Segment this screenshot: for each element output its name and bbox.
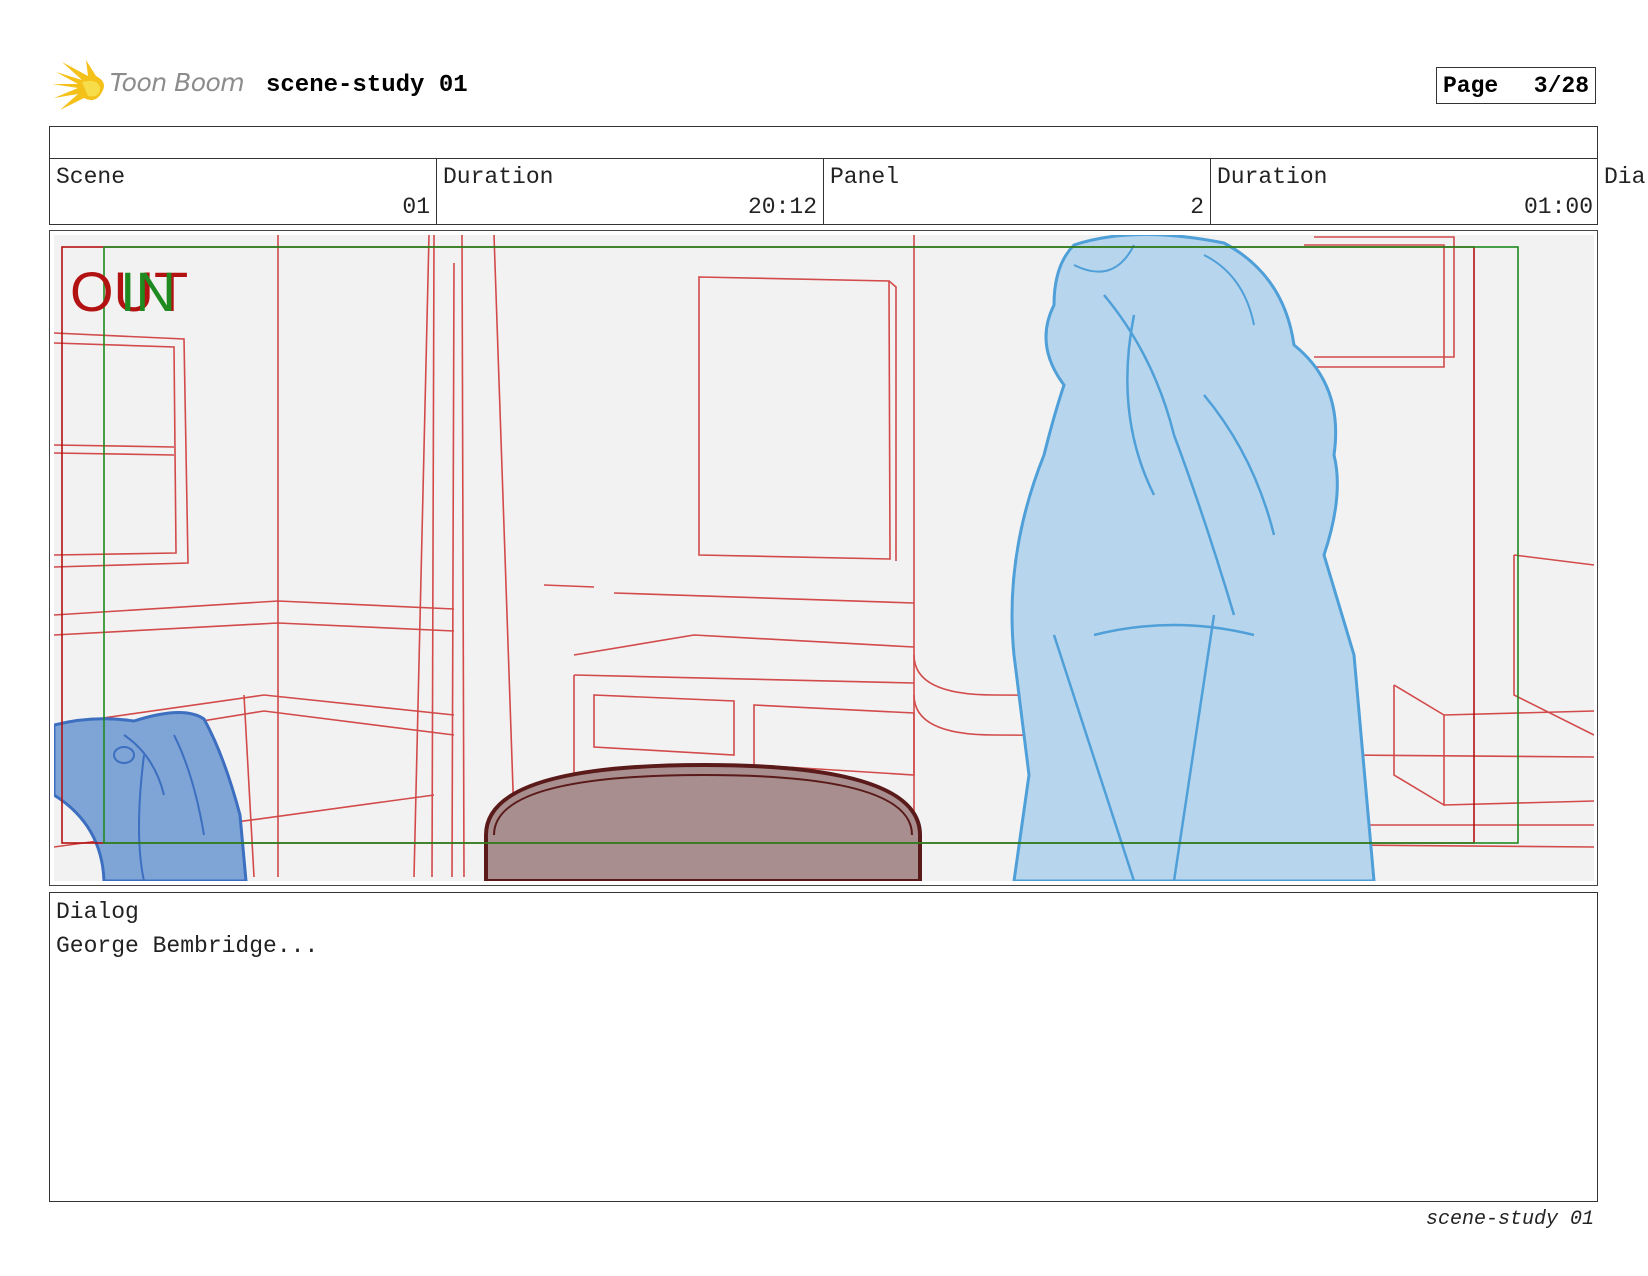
scene-duration-label: Duration xyxy=(443,164,554,190)
scene-duration-cell: Duration 20:12 xyxy=(437,158,824,224)
panel-drawing: OUT IN xyxy=(54,235,1594,881)
scene-label: Scene xyxy=(56,164,126,190)
starburst-icon xyxy=(52,60,104,110)
header-strip xyxy=(49,126,1598,159)
document-title: scene-study 01 xyxy=(266,72,468,99)
footer-text: scene-study 01 xyxy=(1425,1208,1594,1231)
table-shape xyxy=(484,762,922,881)
dialog-column-label: Dia xyxy=(1604,164,1646,190)
panel-value: 2 xyxy=(1190,194,1204,220)
panel-duration-cell: Duration 01:00 xyxy=(1211,158,1599,224)
scene-cell: Scene 01 xyxy=(50,158,437,224)
dialog-label: Dialog xyxy=(56,899,139,925)
panel-duration-value: 01:00 xyxy=(1523,194,1593,220)
page-value: 3/28 xyxy=(1533,72,1589,99)
page-label: Page xyxy=(1443,72,1499,99)
round-table xyxy=(484,762,922,881)
panel-info-row: Scene 01 Duration 20:12 Panel 2 Duration… xyxy=(49,158,1598,225)
page-indicator: Page 3/28 xyxy=(1436,67,1596,104)
scene-value: 01 xyxy=(402,194,430,220)
toon-boom-logo: Toon Boom xyxy=(52,58,252,114)
scene-duration-value: 20:12 xyxy=(747,194,817,220)
dialog-box: Dialog George Bembridge... xyxy=(49,892,1598,1202)
panel-cell: Panel 2 xyxy=(824,158,1211,224)
dialog-text: George Bembridge... xyxy=(56,933,319,959)
in-label: IN xyxy=(120,260,176,323)
panel-label: Panel xyxy=(830,164,900,190)
panel-duration-label: Duration xyxy=(1217,164,1328,190)
logo-text: Toon Boom xyxy=(110,68,245,97)
storyboard-panel: OUT IN xyxy=(49,230,1598,886)
